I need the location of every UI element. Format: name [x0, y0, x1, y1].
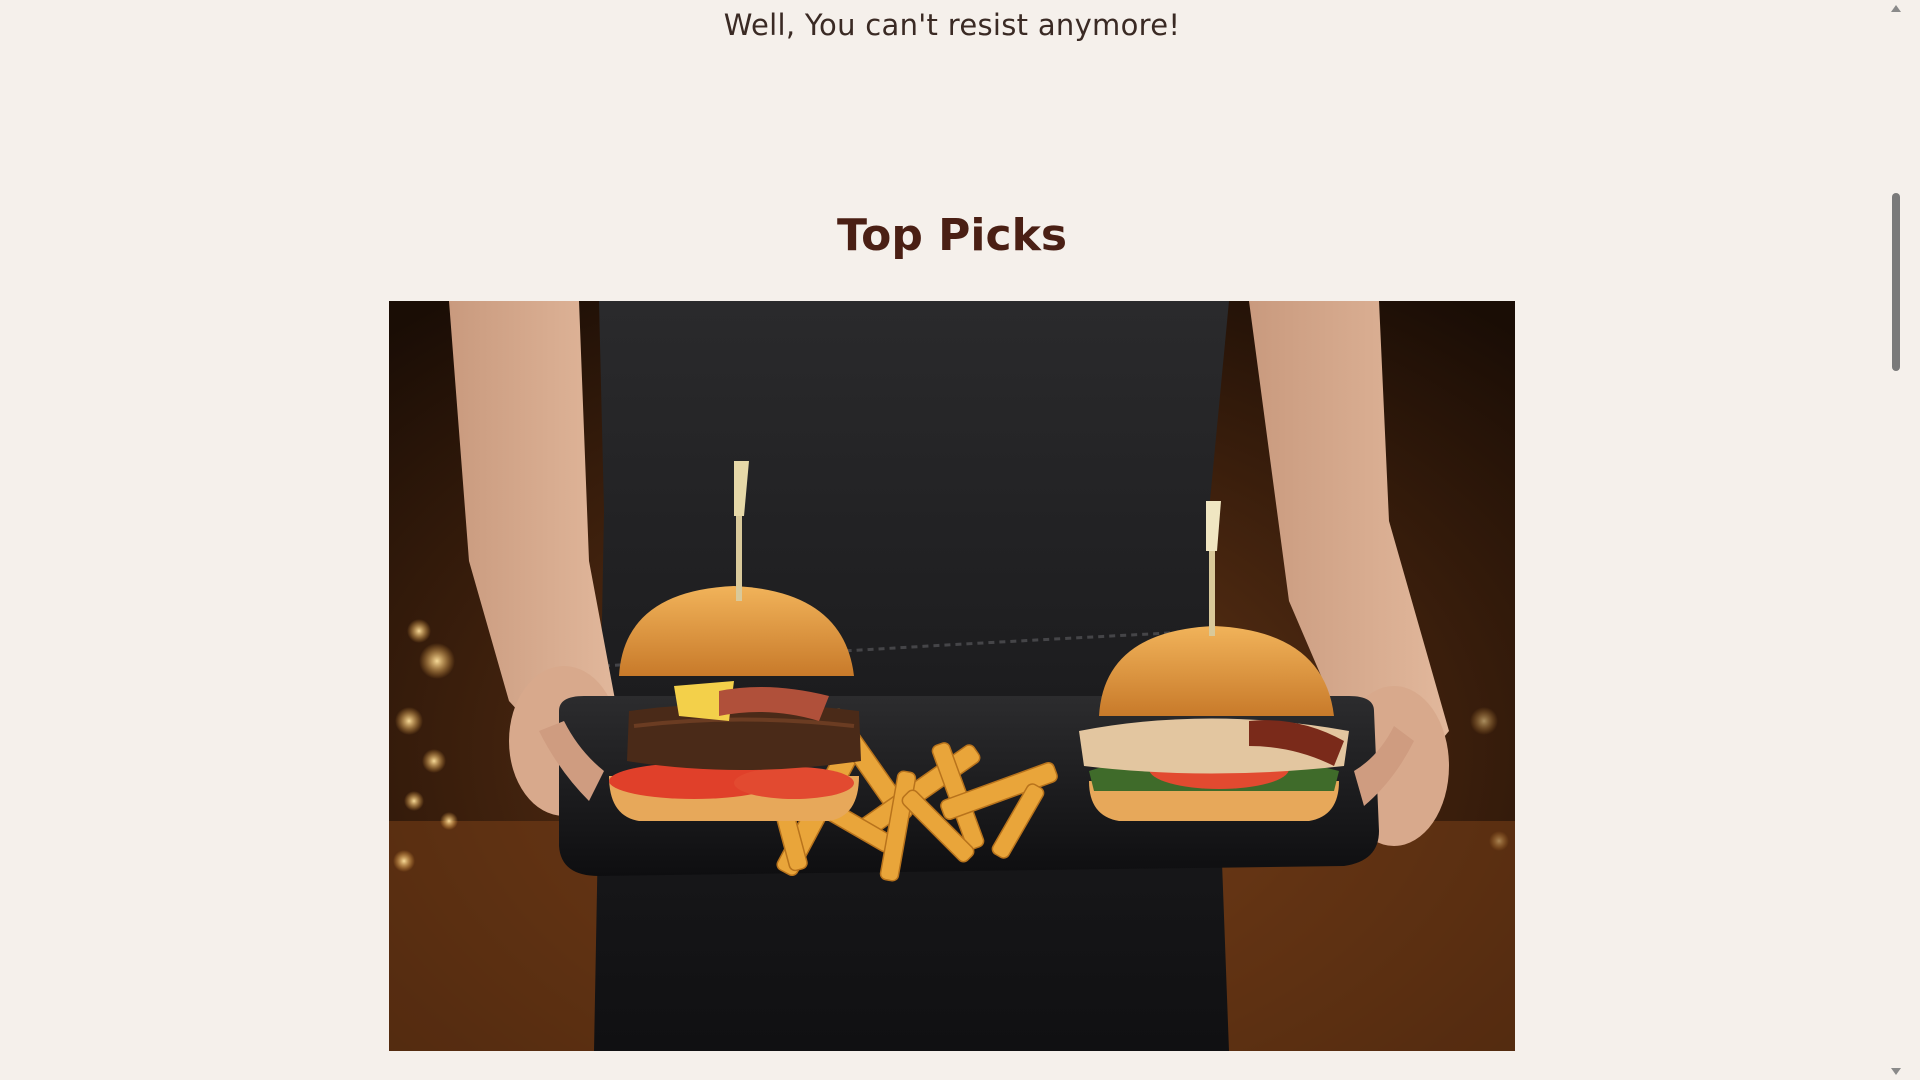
scroll-thumb[interactable]: [1892, 193, 1900, 371]
top-picks-title: Top Picks: [836, 210, 1068, 261]
top-picks-photo: [389, 301, 1515, 1051]
page-scrollbar[interactable]: [1888, 0, 1904, 1080]
page: Well, You can't resist anymore! Top Pick…: [0, 0, 1904, 1080]
scroll-up-arrow-icon[interactable]: [1891, 5, 1901, 12]
hero-tagline: Well, You can't resist anymore!: [723, 8, 1181, 42]
scroll-down-arrow-icon[interactable]: [1891, 1068, 1901, 1075]
